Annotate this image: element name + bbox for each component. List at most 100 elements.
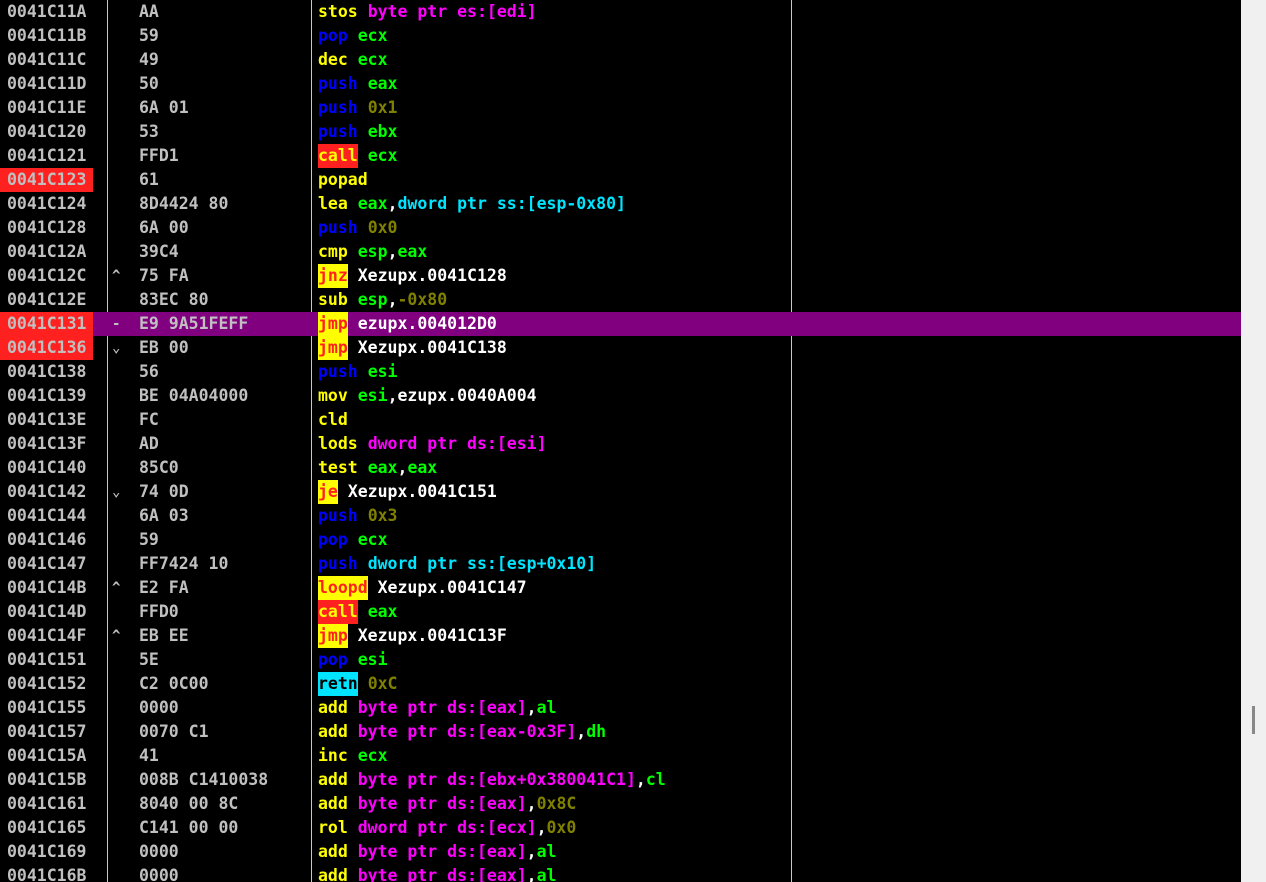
address-cell[interactable]: 0041C120 [7, 120, 86, 144]
address-cell[interactable]: 0041C12E [7, 288, 86, 312]
instruction-row[interactable]: 0041C138 56 push esi [0, 360, 1241, 384]
instruction-row[interactable]: 0041C11D 50 push eax [0, 72, 1241, 96]
instruction-row[interactable]: 0041C140 85C0 test eax,eax [0, 456, 1241, 480]
mnemonic: push [318, 218, 358, 237]
address-cell[interactable]: 0041C140 [7, 456, 86, 480]
instruction-row[interactable]: 0041C146 59 pop ecx [0, 528, 1241, 552]
address-cell[interactable]: 0041C146 [7, 528, 86, 552]
instruction-row[interactable]: 0041C152 C2 0C00 retn 0xC [0, 672, 1241, 696]
vertical-scrollbar[interactable] [1241, 0, 1266, 882]
separator [348, 266, 358, 285]
instruction-row[interactable]: 0041C161 8040 00 8C add byte ptr ds:[eax],… [0, 792, 1241, 816]
hex-bytes-cell: 61 [139, 170, 159, 189]
scrollbar-thumb[interactable] [1252, 706, 1255, 734]
hex-bytes-cell: 0070 C1 [139, 722, 209, 741]
address-cell[interactable]: 0041C13E [7, 408, 86, 432]
address-cell[interactable]: 0041C138 [7, 360, 86, 384]
address-cell[interactable]: 0041C15A [7, 744, 86, 768]
breakpoint-address[interactable]: 0041C123 [0, 168, 94, 192]
instruction-row[interactable]: 0041C12A 39C4 cmp esp,eax [0, 240, 1241, 264]
address-cell[interactable]: 0041C14F [7, 624, 86, 648]
instruction-row[interactable]: 0041C165 C141 00 00 rol dword ptr ds:[ecx]… [0, 816, 1241, 840]
instruction-row[interactable]: 0041C139 BE 04A04000 mov esi,ezupx.0040A00… [0, 384, 1241, 408]
mnemonic: inc [318, 746, 348, 765]
instruction-row[interactable]: 0041C15A 41 inc ecx [0, 744, 1241, 768]
address-cell[interactable]: 0041C11B [7, 24, 86, 48]
separator [358, 434, 368, 453]
instruction-row[interactable]: 0041C123 61 popad [0, 168, 1241, 192]
hex-bytes-cell: FFD0 [139, 602, 179, 621]
jump-marker: - [112, 316, 121, 332]
instruction-row[interactable]: 0041C11E 6A 01 push 0x1 [0, 96, 1241, 120]
instruction-row[interactable]: 0041C12E 83EC 80 sub esp,-0x80 [0, 288, 1241, 312]
instruction-row[interactable]: 0041C11C 49 dec ecx [0, 48, 1241, 72]
instruction-row[interactable]: 0041C147 FF7424 10 push dword ptr ss:[esp+… [0, 552, 1241, 576]
address-cell[interactable]: 0041C152 [7, 672, 86, 696]
address-cell[interactable]: 0041C155 [7, 696, 86, 720]
address-cell[interactable]: 0041C169 [7, 840, 86, 864]
address-cell[interactable]: 0041C124 [7, 192, 86, 216]
instruction-row[interactable]: 0041C11A AA stos byte ptr es:[edi] [0, 0, 1241, 24]
address-cell[interactable]: 0041C14D [7, 600, 86, 624]
mnemonic: lea [318, 194, 348, 213]
address-cell[interactable]: 0041C15B [7, 768, 86, 792]
address-cell[interactable]: 0041C128 [7, 216, 86, 240]
mnemonic: add [318, 866, 348, 882]
instruction-row[interactable]: 0041C14F ^ EB EE jmp Xezupx.0041C13F [0, 624, 1241, 648]
instruction-row[interactable]: 0041C13F AD lods dword ptr ds:[esi] [0, 432, 1241, 456]
breakpoint-address[interactable]: 0041C136 [0, 336, 94, 360]
address-cell[interactable]: 0041C11E [7, 96, 86, 120]
register-operand: eax [367, 74, 398, 93]
instruction-row[interactable]: 0041C11B 59 pop ecx [0, 24, 1241, 48]
register-operand: esp [357, 242, 388, 261]
address-cell[interactable]: 0041C147 [7, 552, 86, 576]
instruction-row[interactable]: 0041C14B ^ E2 FA loopd Xezupx.0041C147 [0, 576, 1241, 600]
instruction-row[interactable]: 0041C151 5E pop esi [0, 648, 1241, 672]
instruction-row[interactable]: 0041C131 - E9 9A51FEFF jmp ezupx.004012D0 [0, 312, 1241, 336]
address-cell[interactable]: 0041C14B [7, 576, 86, 600]
address-cell[interactable]: 0041C161 [7, 792, 86, 816]
address-cell[interactable]: 0041C13F [7, 432, 86, 456]
instruction-row[interactable]: 0041C12C ^ 75 FA jnz Xezupx.0041C128 [0, 264, 1241, 288]
mnemonic: push [318, 506, 358, 525]
address-cell[interactable]: 0041C11A [7, 0, 86, 24]
instruction-row[interactable]: 0041C142 ⌄ 74 0D je Xezupx.0041C151 [0, 480, 1241, 504]
address-cell[interactable]: 0041C11C [7, 48, 86, 72]
instruction-row[interactable]: 0041C120 53 push ebx [0, 120, 1241, 144]
address-cell[interactable]: 0041C121 [7, 144, 86, 168]
immediate-operand: 0x3 [367, 506, 398, 525]
address-cell[interactable]: 0041C165 [7, 816, 86, 840]
address-cell[interactable]: 0041C12A [7, 240, 86, 264]
address-cell[interactable]: 0041C142 [7, 480, 86, 504]
address-cell[interactable]: 0041C157 [7, 720, 86, 744]
register-operand: eax [367, 458, 398, 477]
separator [348, 746, 358, 765]
instruction-row[interactable]: 0041C136 ⌄ EB 00 jmp Xezupx.0041C138 [0, 336, 1241, 360]
instruction-row[interactable]: 0041C155 0000 add byte ptr ds:[eax],al [0, 696, 1241, 720]
separator [348, 650, 358, 669]
instruction-row[interactable]: 0041C13E FC cld [0, 408, 1241, 432]
instruction-row[interactable]: 0041C124 8D4424 80 lea eax,dword ptr ss:[e… [0, 192, 1241, 216]
instruction-row[interactable]: 0041C157 0070 C1 add byte ptr ds:[eax-0x3F… [0, 720, 1241, 744]
mnemonic: add [318, 722, 348, 741]
address-cell[interactable]: 0041C139 [7, 384, 86, 408]
instruction-row[interactable]: 0041C15B 008B C1410038 add byte ptr ds:[eb… [0, 768, 1241, 792]
breakpoint-address[interactable]: 0041C131 [0, 312, 94, 336]
address-cell[interactable]: 0041C12C [7, 264, 86, 288]
instruction-row[interactable]: 0041C121 FFD1 call ecx [0, 144, 1241, 168]
address-cell[interactable]: 0041C151 [7, 648, 86, 672]
operand-text: Xezupx.0041C13F [357, 626, 507, 645]
address-cell[interactable]: 0041C144 [7, 504, 86, 528]
address-cell[interactable]: 0041C16B [7, 864, 86, 882]
disassembly-pane[interactable]: 0041C11A AA stos byte ptr es:[edi] 0041C11B… [0, 0, 1241, 882]
instruction-row[interactable]: 0041C169 0000 add byte ptr ds:[eax],al [0, 840, 1241, 864]
jump-mnemonic: jmp [318, 336, 348, 360]
address-cell[interactable]: 0041C11D [7, 72, 86, 96]
instruction-row[interactable]: 0041C14D FFD0 call eax [0, 600, 1241, 624]
instruction-row[interactable]: 0041C144 6A 03 push 0x3 [0, 504, 1241, 528]
instruction-row[interactable]: 0041C128 6A 00 push 0x0 [0, 216, 1241, 240]
instruction-row[interactable]: 0041C16B 0000 add byte ptr ds:[eax],al [0, 864, 1241, 882]
register-operand: eax [407, 458, 438, 477]
separator [358, 218, 368, 237]
hex-bytes-cell: 74 0D [139, 482, 189, 501]
